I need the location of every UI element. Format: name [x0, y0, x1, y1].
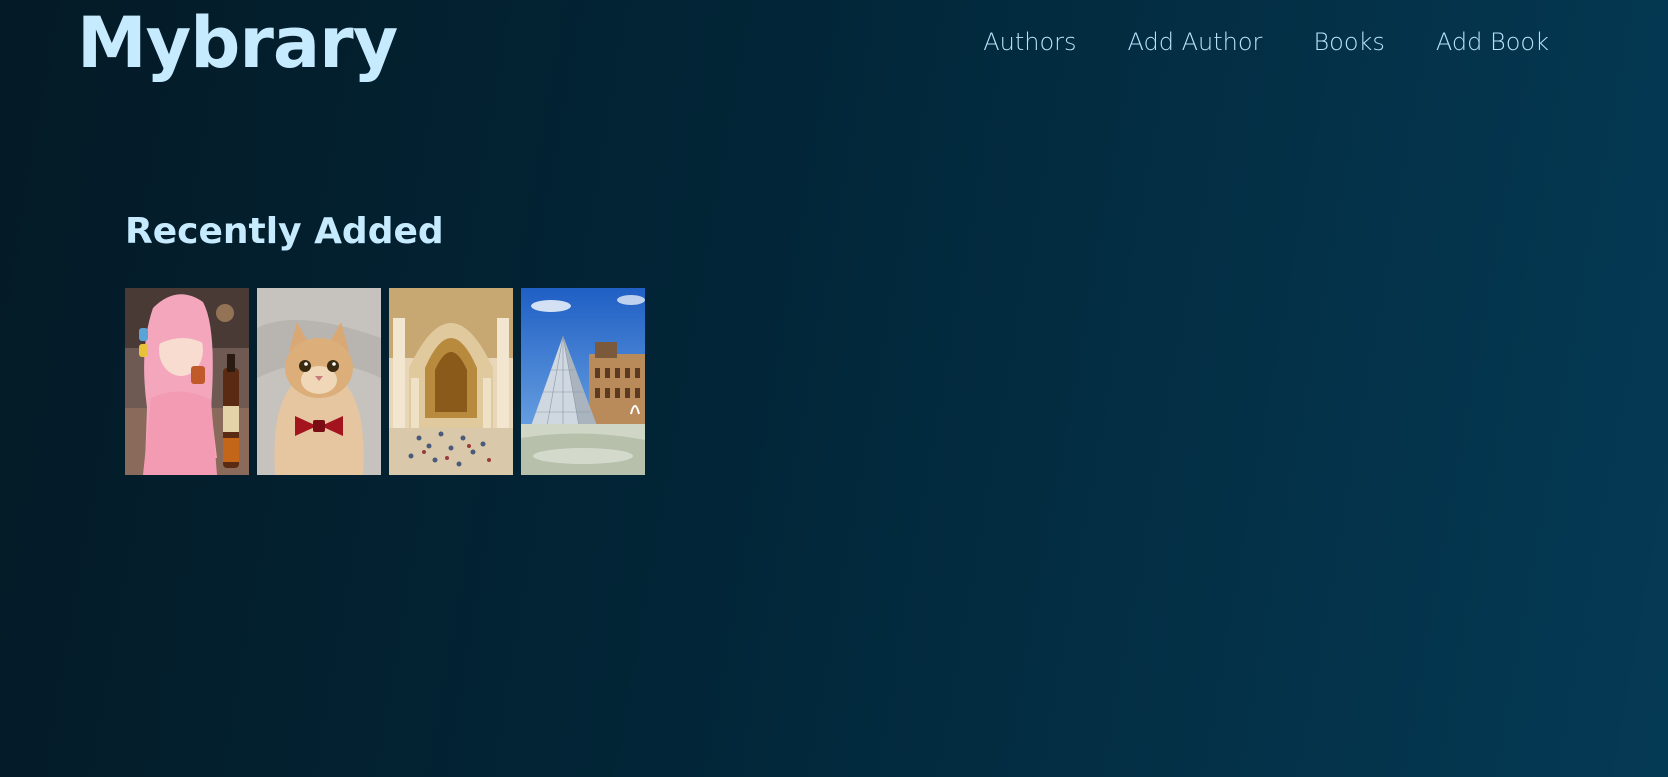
logo-link[interactable]: Mybrary [77, 0, 398, 88]
museum-interior-cover-image [389, 288, 513, 475]
book-cover-1[interactable] [125, 288, 249, 475]
site-header: Mybrary Authors Add Author Books Add Boo… [0, 0, 1668, 90]
book-cover-3[interactable] [389, 288, 513, 475]
nav-link-books[interactable]: Books [1313, 26, 1384, 58]
nav-link-authors[interactable]: Authors [983, 26, 1076, 58]
book-cover-4[interactable] [521, 288, 645, 475]
book-cover-2[interactable] [257, 288, 381, 475]
louvre-pyramid-cover-image [521, 288, 645, 475]
nav-link-add-book[interactable]: Add Book [1436, 26, 1549, 58]
anime-girl-cover-image [125, 288, 249, 475]
nav-link-add-author[interactable]: Add Author [1128, 26, 1263, 58]
book-grid [125, 288, 645, 475]
main-nav: Authors Add Author Books Add Book [983, 26, 1549, 58]
cat-bowtie-cover-image [257, 288, 381, 475]
section-title-recently-added: Recently Added [125, 211, 444, 252]
